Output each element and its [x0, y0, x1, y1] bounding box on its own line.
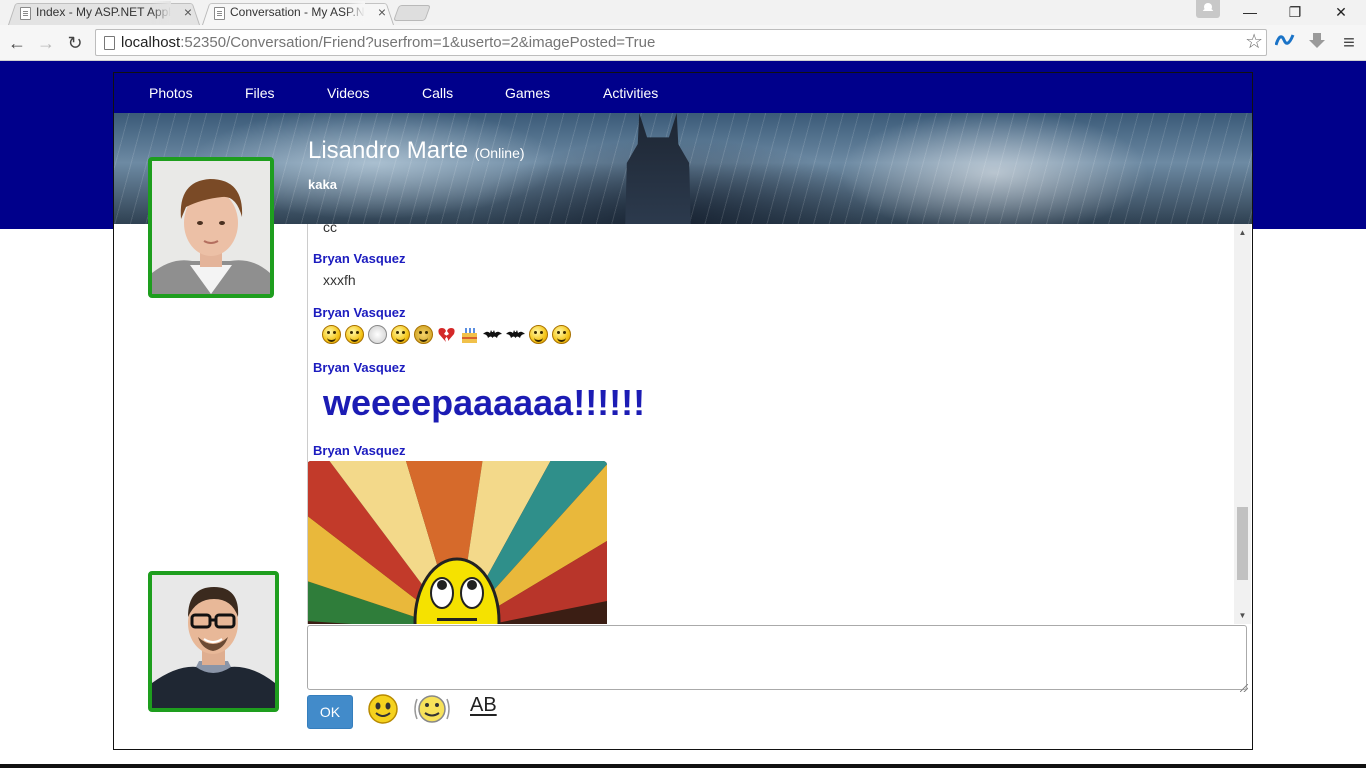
profile-tagline: kaka — [308, 177, 337, 192]
message-author[interactable]: Bryan Vasquez — [313, 443, 406, 458]
emoji-message — [322, 325, 575, 347]
online-status: (Online) — [474, 145, 525, 161]
url-text[interactable]: localhost:52350/Conversation/Friend?user… — [121, 30, 655, 55]
close-window-icon[interactable]: ✕ — [1319, 0, 1363, 24]
tab-title: Index - My ASP.NET Appli — [36, 1, 171, 24]
send-button[interactable]: OK — [307, 695, 353, 729]
reload-icon[interactable]: ↻ — [63, 31, 87, 55]
page-favicon-icon — [20, 7, 31, 20]
nav-photos[interactable]: Photos — [149, 73, 193, 113]
page-bottom-border — [0, 764, 1366, 768]
address-bar[interactable]: localhost:52350/Conversation/Friend?user… — [95, 29, 1267, 56]
profile-name-text: Lisandro Marte — [308, 137, 469, 164]
nerd-smiley-icon — [322, 325, 341, 344]
grin-smiley-icon — [345, 325, 364, 344]
chat-scrollbar[interactable]: ▲ ▼ — [1234, 224, 1251, 624]
top-navigation: Photos Files Videos Calls Games Activiti… — [114, 73, 1252, 113]
plate-icon — [368, 325, 387, 344]
posted-image[interactable] — [308, 461, 607, 624]
smiley-icon[interactable] — [367, 693, 399, 730]
message-author[interactable]: Bryan Vasquez — [313, 305, 406, 320]
wink-smiley-icon — [529, 325, 548, 344]
broken-heart-icon — [437, 325, 456, 344]
message-text: xxxfh — [323, 272, 356, 288]
menu-icon[interactable]: ≡ — [1337, 31, 1361, 55]
forward-icon[interactable]: → — [34, 31, 58, 55]
download-icon[interactable] — [1305, 31, 1329, 55]
page-favicon-icon — [214, 7, 225, 20]
user-profile-icon[interactable] — [1196, 0, 1220, 18]
browser-tabstrip: Index - My ASP.NET Appli × Conversation … — [0, 0, 1366, 25]
restore-icon[interactable]: ❐ — [1273, 0, 1317, 24]
tab-close-icon[interactable]: × — [378, 1, 386, 24]
message-text-large: weeeepaaaaaa!!!!!! — [323, 382, 646, 423]
message-author[interactable]: Bryan Vasquez — [313, 360, 406, 375]
cake-icon — [460, 325, 479, 344]
gears-icon — [414, 325, 433, 344]
url-path: :52350/Conversation/Friend?userfrom=1&us… — [180, 34, 656, 51]
message-text: cc — [323, 224, 337, 235]
wink-smiley-icon — [552, 325, 571, 344]
browser-toolbar: ← → ↻ localhost:52350/Conversation/Frien… — [0, 25, 1366, 61]
chat-history[interactable]: cc Bryan Vasquez xxxfh Bryan Vasquez Bry… — [307, 224, 1251, 624]
nav-videos[interactable]: Videos — [327, 73, 370, 113]
web-page: Photos Files Videos Calls Games Activiti… — [0, 61, 1366, 768]
page-icon — [104, 36, 115, 50]
back-icon[interactable]: ← — [5, 31, 29, 55]
url-host: localhost — [121, 34, 181, 51]
tab-index[interactable]: Index - My ASP.NET Appli × — [8, 1, 200, 25]
nav-files[interactable]: Files — [245, 73, 275, 113]
tab-title: Conversation - My ASP.NE — [230, 1, 365, 24]
message-input[interactable] — [307, 625, 1247, 690]
minimize-icon[interactable]: — — [1228, 0, 1272, 24]
main-container: Photos Files Videos Calls Games Activiti… — [113, 72, 1253, 750]
scroll-up-icon[interactable]: ▲ — [1234, 224, 1251, 241]
tab-conversation[interactable]: Conversation - My ASP.NE × — [202, 1, 394, 25]
profile-name: Lisandro Marte (Online) — [308, 137, 525, 165]
message-author[interactable]: Bryan Vasquez — [313, 251, 406, 266]
nav-games[interactable]: Games — [505, 73, 550, 113]
scroll-thumb[interactable] — [1237, 507, 1248, 580]
extension-icon[interactable] — [1273, 31, 1297, 55]
tab-close-icon[interactable]: × — [184, 1, 192, 24]
bookmark-star-icon[interactable]: ☆ — [1245, 30, 1263, 55]
animated-smiley-icon[interactable] — [412, 693, 452, 730]
nav-calls[interactable]: Calls — [422, 73, 453, 113]
nav-activities[interactable]: Activities — [603, 73, 658, 113]
bat-icon — [483, 325, 502, 344]
friend-avatar[interactable] — [148, 157, 274, 298]
bat-icon — [506, 325, 525, 344]
scroll-down-icon[interactable]: ▼ — [1234, 607, 1251, 624]
new-tab-button[interactable] — [393, 5, 431, 21]
user-avatar[interactable] — [148, 571, 279, 712]
smirk-smiley-icon — [391, 325, 410, 344]
text-format-icon[interactable]: AB — [470, 694, 497, 717]
cover-image: Lisandro Marte (Online) kaka — [114, 113, 1252, 224]
resize-grip-icon[interactable] — [1240, 684, 1248, 692]
